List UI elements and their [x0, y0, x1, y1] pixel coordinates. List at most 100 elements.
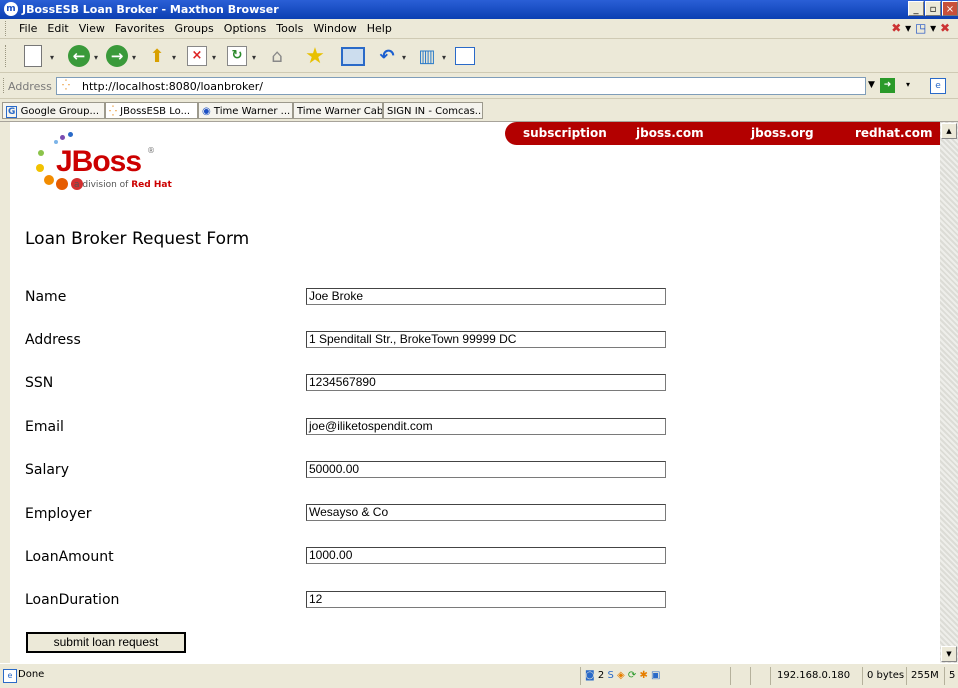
scroll-up-button[interactable]: ▲ — [941, 123, 957, 139]
tab-time-warner-cable[interactable]: Time Warner Cabl... — [293, 102, 383, 119]
ssn-label: SSN — [25, 375, 54, 391]
address-url[interactable]: http://localhost:8080/loanbroker/ — [82, 80, 263, 93]
exit-icon[interactable]: ✖ — [940, 21, 950, 35]
home-icon[interactable]: ⌂ — [264, 43, 290, 69]
menu-items: File Edit View Favorites Groups Options Tools W… — [14, 19, 397, 38]
stop-icon[interactable]: × — [184, 43, 210, 69]
status-memory: 255M — [906, 667, 944, 685]
menu-edit[interactable]: Edit — [42, 19, 73, 38]
search-engine-icon[interactable]: e — [930, 78, 946, 94]
new-page-dropdown-icon[interactable]: ▾ — [50, 53, 54, 62]
employer-input[interactable]: Wesayso & Co — [306, 504, 666, 521]
vertical-scrollbar[interactable] — [940, 122, 958, 663]
menu-tools[interactable]: Tools — [271, 19, 308, 38]
time-warner-icon: ◉ — [202, 106, 211, 117]
logo-dot — [68, 132, 73, 137]
address-field[interactable]: 1 Spenditall Str., BrokeTown 99999 DC — [306, 331, 666, 348]
logo-dot — [38, 150, 44, 156]
up-icon[interactable]: ⬆ — [144, 43, 170, 69]
title-bar: m JBossESB Loan Broker - Maxthon Browser… — [0, 0, 958, 19]
loan-duration-input[interactable]: 12 — [306, 591, 666, 608]
ssn-input[interactable]: 1234567890 — [306, 374, 666, 391]
tab-label: JBossESB Lo... — [120, 106, 191, 117]
employer-label: Employer — [25, 506, 92, 522]
nav-link-jboss-com[interactable]: jboss.com — [636, 126, 704, 140]
stop-dropdown-icon[interactable]: ▾ — [212, 53, 216, 62]
tab-label: SIGN IN - Comcas... — [387, 106, 483, 117]
tab-google-groups[interactable]: G Google Group... — [2, 102, 105, 119]
jboss-tab-icon: ⁛ — [109, 106, 117, 117]
menu-favorites[interactable]: Favorites — [110, 19, 170, 38]
toolbar-grip[interactable] — [5, 45, 9, 67]
sidebar-icon[interactable] — [452, 43, 478, 69]
nav-link-jboss-org[interactable]: jboss.org — [751, 126, 814, 140]
nav-link-redhat-com[interactable]: redhat.com — [855, 126, 932, 140]
s-icon[interactable]: S — [607, 670, 613, 681]
tab-comcast-sign-in[interactable]: SIGN IN - Comcas... — [383, 102, 483, 119]
address-label: Address — [25, 332, 81, 348]
undo-dropdown-icon[interactable]: ▾ — [402, 53, 406, 62]
email-field[interactable]: joe@iliketospendit.com — [306, 418, 666, 435]
close-tab-icon[interactable]: ✖ — [891, 21, 901, 35]
jboss-logo[interactable]: JBoss ® a division of Red Hat — [10, 122, 210, 202]
google-icon: G — [6, 106, 18, 118]
restore-tab-icon[interactable]: ◳ — [915, 21, 926, 35]
popup-block-icon[interactable]: ◙ — [585, 670, 595, 681]
restore-button[interactable]: ▫ — [925, 1, 941, 16]
menu-file[interactable]: File — [14, 19, 42, 38]
back-icon[interactable]: ← — [66, 43, 92, 69]
flash-icon[interactable]: ◈ — [617, 670, 625, 681]
menu-right-icons: ✖ ▾ ◳ ▾ ✖ — [891, 21, 950, 35]
menu-grip[interactable] — [5, 21, 9, 36]
favorites-star-icon[interactable]: ★ — [302, 43, 328, 69]
tab-label: Google Group... — [20, 106, 100, 117]
menu-options[interactable]: Options — [219, 19, 271, 38]
gear-icon[interactable]: ✱ — [639, 670, 647, 681]
menu-groups[interactable]: Groups — [170, 19, 219, 38]
maxthon-app-icon[interactable]: m — [4, 2, 18, 16]
address-grip[interactable] — [3, 78, 7, 93]
up-dropdown-icon[interactable]: ▾ — [172, 53, 176, 62]
status-page-icon: e — [3, 669, 17, 683]
back-dropdown-icon[interactable]: ▾ — [94, 53, 98, 62]
window-title: JBossESB Loan Broker - Maxthon Browser — [22, 3, 279, 16]
skin-dropdown-icon[interactable]: ▾ — [442, 53, 446, 62]
menu-window[interactable]: Window — [308, 19, 361, 38]
new-page-icon[interactable] — [20, 43, 46, 69]
scroll-down-button[interactable]: ▼ — [941, 646, 957, 662]
menu-help[interactable]: Help — [362, 19, 397, 38]
sync-icon[interactable]: ⟳ — [628, 670, 636, 681]
name-input[interactable]: Joe Broke — [306, 288, 666, 305]
address-dropdown-icon[interactable]: ▼ — [868, 80, 875, 90]
go-dropdown-icon[interactable]: ▾ — [906, 80, 910, 89]
tab-label: Time Warner ... — [213, 106, 291, 117]
jboss-favicon: ⁛ — [62, 80, 70, 91]
screen-icon[interactable] — [340, 43, 366, 69]
loan-amount-label: LoanAmount — [25, 549, 114, 565]
refresh-dropdown-icon[interactable]: ▾ — [252, 53, 256, 62]
forward-dropdown-icon[interactable]: ▾ — [132, 53, 136, 62]
tab-jbossesb[interactable]: ⁛ JBossESB Lo... — [105, 102, 198, 119]
loan-amount-input[interactable]: 1000.00 — [306, 547, 666, 564]
name-label: Name — [25, 289, 67, 305]
logo-wordmark: JBoss — [56, 145, 142, 178]
status-trailing: 5 — [944, 667, 958, 685]
close-button[interactable]: × — [942, 1, 958, 16]
submit-loan-request-button[interactable]: submit loan request — [26, 632, 186, 653]
salary-input[interactable]: 50000.00 — [306, 461, 666, 478]
screen-capture-icon[interactable]: ▣ — [651, 670, 660, 681]
minimize-button[interactable]: _ — [908, 1, 924, 16]
go-icon[interactable]: ➜ — [880, 78, 895, 93]
tab-time-warner[interactable]: ◉ Time Warner ... — [198, 102, 293, 119]
menu-view[interactable]: View — [74, 19, 110, 38]
refresh-icon[interactable]: ↻ — [224, 43, 250, 69]
skin-icon[interactable]: ▥ — [414, 43, 440, 69]
logo-dot — [54, 140, 58, 144]
email-label: Email — [25, 419, 64, 435]
undo-close-icon[interactable]: ↶ — [374, 43, 400, 69]
tab-label: Time Warner Cabl... — [297, 106, 383, 117]
forward-icon[interactable]: → — [104, 43, 130, 69]
logo-registered: ® — [147, 146, 155, 155]
logo-dot — [60, 135, 65, 140]
nav-link-subscription[interactable]: subscription — [523, 126, 607, 140]
